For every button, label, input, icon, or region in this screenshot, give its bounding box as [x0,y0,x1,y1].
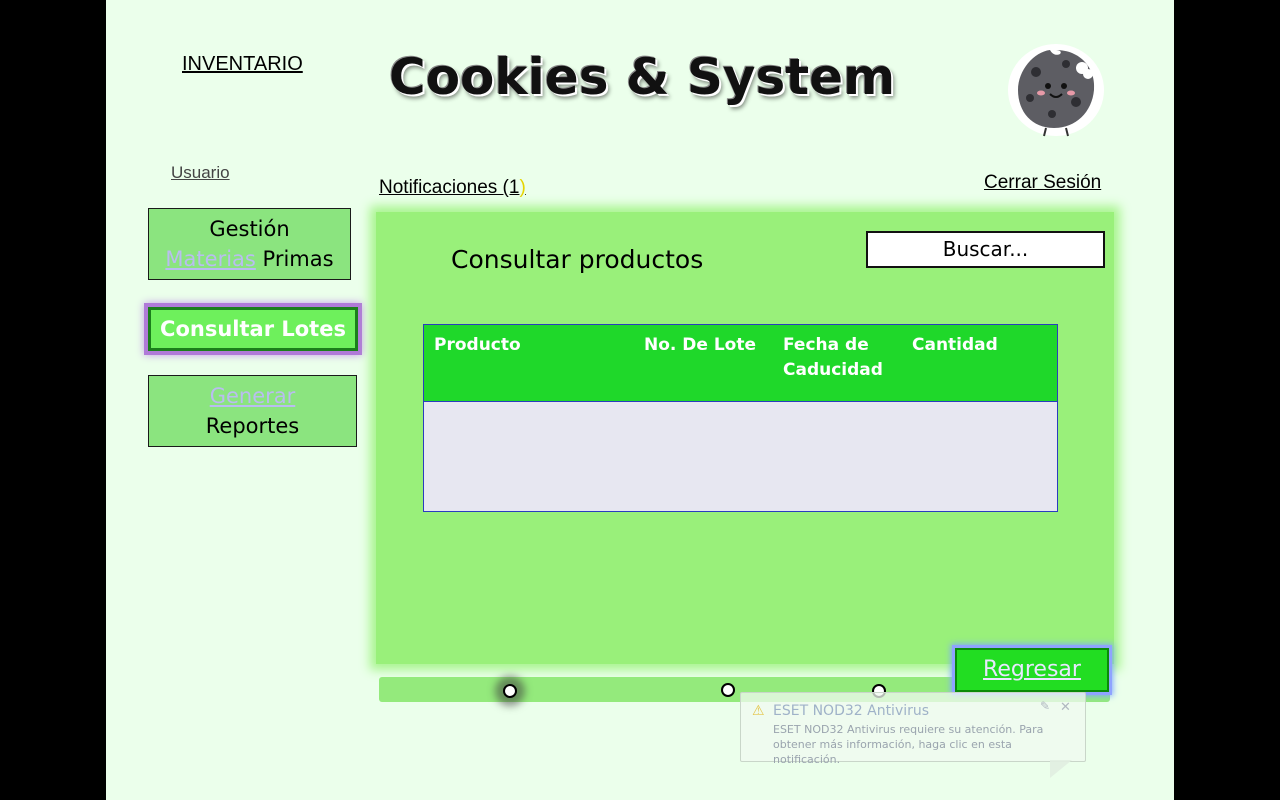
usuario-link[interactable]: Usuario [171,163,230,183]
cookie-mascot-icon [1008,44,1104,137]
column-header-fecha[interactable]: Fecha de Caducidad [783,333,893,383]
column-header-lote[interactable]: No. De Lote [644,333,756,358]
notifications-link[interactable]: Notificaciones (1) [379,177,526,199]
materias-primas-label: Materias Primas [149,244,350,274]
timeline-dot-active[interactable] [503,684,517,698]
column-header-producto[interactable]: Producto [434,333,521,358]
products-table: Producto No. De Lote Fecha de Caducidad … [423,324,1058,512]
gestion-materias-primas-button[interactable]: Gestión Materias Primas [148,208,351,280]
page-title: Consultar productos [451,245,704,274]
close-icon[interactable]: ✕ [1060,699,1071,715]
notification-tail [1050,760,1072,778]
back-button[interactable]: Regresar [955,648,1109,692]
app-title: Cookies & System [389,48,896,106]
gestion-label: Gestión [209,217,290,241]
notifications-label: Notificaciones (1 [379,177,520,198]
materias-word: Materias [165,247,256,271]
inventario-link[interactable]: INVENTARIO [182,53,303,76]
generar-reportes-button[interactable]: Generar Reportes [148,375,357,447]
primas-word: Primas [255,247,334,271]
table-header: Producto No. De Lote Fecha de Caducidad … [424,325,1057,402]
consultar-lotes-button[interactable]: Consultar Lotes [148,307,358,351]
timeline-dot[interactable] [721,683,735,697]
notifications-close-paren: ) [519,177,526,198]
warning-icon: ⚠ [752,702,765,718]
notification-body: ESET NOD32 Antivirus requiere su atenció… [773,723,1044,766]
reportes-label: Reportes [205,414,300,438]
generar-word: Generar [209,384,296,408]
slide-canvas: INVENTARIO Cookies & System Usuario Noti… [106,0,1174,800]
notification-title: ESET NOD32 Antivirus [773,703,930,719]
antivirus-notification[interactable]: ⚠ ESET NOD32 Antivirus ✎ ✕ ESET NOD32 An… [740,692,1086,766]
search-input[interactable]: Buscar... [866,231,1105,268]
column-header-cantidad[interactable]: Cantidad [912,333,998,358]
pin-icon[interactable]: ✎ [1040,699,1050,713]
logout-link[interactable]: Cerrar Sesión [984,172,1101,194]
